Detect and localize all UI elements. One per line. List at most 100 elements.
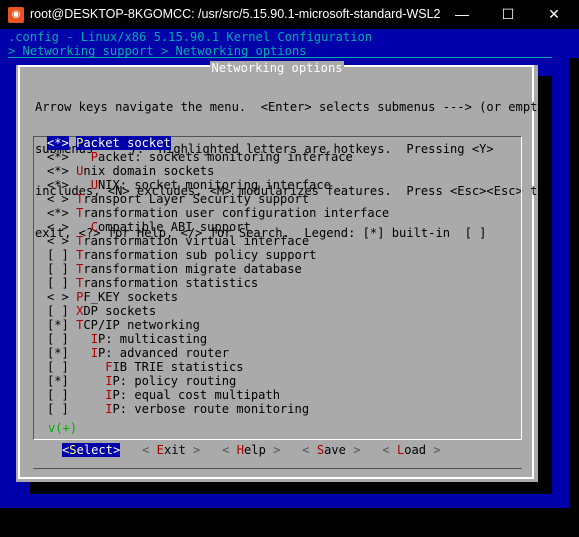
item-hotkey: C — [90, 220, 98, 234]
menu-item[interactable]: < > Transport Layer Security support — [47, 192, 389, 206]
item-text: acket socket — [83, 136, 171, 150]
window-title: root@DESKTOP-8KGOMCC: /usr/src/5.15.90.1… — [30, 7, 441, 21]
item-label: IP: policy routing — [105, 374, 236, 388]
button-bar: <Select> < Exit > < Help > < Save > < Lo… — [62, 443, 441, 457]
item-label: FIB TRIE statistics — [105, 360, 243, 374]
item-label: IP: multicasting — [91, 332, 208, 346]
button-label: ave — [324, 443, 346, 457]
menu-item[interactable]: <*> Unix domain sockets — [47, 164, 389, 178]
menu-item[interactable]: [*] IP: advanced router — [47, 346, 389, 360]
menu-item[interactable]: [ ] Transformation statistics — [47, 276, 389, 290]
item-label: Transformation statistics — [76, 276, 258, 290]
item-state: [*] — [47, 318, 69, 332]
item-hotkey: F — [105, 360, 113, 374]
button-exit[interactable]: < Exit > — [142, 443, 200, 457]
item-label: IP: equal cost multipath — [105, 388, 280, 402]
item-label: PF_KEY sockets — [76, 290, 178, 304]
item-hotkey: U — [90, 178, 98, 192]
item-hotkey: I — [105, 402, 113, 416]
item-text: ransformation migrate database — [83, 262, 302, 276]
menu-item[interactable]: [ ] IP: verbose route monitoring — [47, 402, 389, 416]
window-titlebar[interactable]: ◉ root@DESKTOP-8KGOMCC: /usr/src/5.15.90… — [0, 0, 579, 29]
item-text: P: policy routing — [112, 374, 237, 388]
item-hotkey: I — [90, 332, 98, 346]
item-state: [ ] — [47, 248, 69, 262]
item-label: Transformation migrate database — [76, 262, 302, 276]
breadcrumb: > Networking support > Networking option… — [8, 44, 307, 58]
item-text: IB TRIE statistics — [112, 360, 244, 374]
item-hotkey: I — [105, 388, 113, 402]
menu-item[interactable]: [ ] XDP sockets — [47, 304, 389, 318]
item-text: DP sockets — [83, 304, 157, 318]
button-help[interactable]: < Help > — [222, 443, 280, 457]
item-label: IP: verbose route monitoring — [105, 402, 309, 416]
button-hotkey: E — [156, 443, 164, 457]
button-save[interactable]: < Save > — [302, 443, 360, 457]
item-state: [*] — [47, 374, 69, 388]
item-state: [*] — [47, 346, 69, 360]
item-label: IP: advanced router — [91, 346, 229, 360]
item-state: < > — [47, 234, 69, 248]
menu-item[interactable]: <*> UNIX: socket monitoring interface — [47, 178, 389, 192]
menu-item[interactable]: [ ] IP: multicasting — [47, 332, 389, 346]
item-text: ransport Layer Security support — [83, 192, 310, 206]
more-indicator: v(+) — [48, 421, 78, 435]
item-hotkey: P — [90, 150, 98, 164]
item-state: < > — [47, 220, 69, 234]
item-text: F_KEY sockets — [83, 290, 179, 304]
item-text: CP/IP networking — [83, 318, 200, 332]
menu-item[interactable]: [*] TCP/IP networking — [47, 318, 389, 332]
item-text: P: multicasting — [97, 332, 208, 346]
item-text: NIX: socket monitoring interface — [97, 178, 331, 192]
menu-item[interactable]: < > PF_KEY sockets — [47, 290, 389, 304]
item-state: < > — [47, 192, 69, 206]
menu-item[interactable]: [ ] FIB TRIE statistics — [47, 360, 389, 374]
button-label: elect — [76, 443, 113, 457]
menu-item[interactable]: <*> Packet socket — [47, 136, 389, 150]
menu-item[interactable]: [ ] IP: equal cost multipath — [47, 388, 389, 402]
terminal-scrollbar[interactable] — [569, 58, 579, 537]
item-text: ransformation sub policy support — [83, 248, 317, 262]
button-hotkey: H — [236, 443, 245, 457]
item-text: P: verbose route monitoring — [112, 402, 310, 416]
item-hotkey: I — [90, 346, 98, 360]
button-hotkey: S — [69, 443, 77, 457]
item-state: [ ] — [47, 402, 69, 416]
item-label: Compatible ABI support — [91, 220, 251, 234]
item-label: Transformation virtual interface — [76, 234, 309, 248]
item-label: Transport Layer Security support — [76, 192, 309, 206]
menu-item[interactable]: <*> Packet: sockets monitoring interface — [47, 150, 389, 164]
menu-item[interactable]: < > Transformation virtual interface — [47, 234, 389, 248]
button-label: xit — [163, 443, 186, 457]
item-state: [ ] — [47, 388, 69, 402]
item-state: <*> — [47, 206, 69, 220]
menu-item[interactable]: < > Compatible ABI support — [47, 220, 389, 234]
button-label: oad — [404, 443, 427, 457]
item-text: P: advanced router — [97, 346, 230, 360]
close-button[interactable]: ✕ — [544, 4, 564, 24]
item-text: nix domain sockets — [83, 164, 215, 178]
menu-item[interactable]: <*> Transformation user configuration in… — [47, 206, 389, 220]
button-select[interactable]: <Select> — [62, 443, 121, 457]
item-text: ompatible ABI support — [97, 220, 251, 234]
config-header: .config - Linux/x86 5.15.90.1 Kernel Con… — [8, 30, 373, 44]
menu-item[interactable]: [ ] Transformation sub policy support — [47, 248, 389, 262]
item-text: ransformation statistics — [83, 276, 259, 290]
maximize-button[interactable]: ☐ — [498, 4, 518, 24]
item-state: [ ] — [47, 262, 69, 276]
menu-item[interactable]: [ ] Transformation migrate database — [47, 262, 389, 276]
button-label: elp — [244, 443, 266, 457]
item-label: UNIX: socket monitoring interface — [91, 178, 331, 192]
menu-item[interactable]: [*] IP: policy routing — [47, 374, 389, 388]
button-load[interactable]: < Load > — [382, 443, 440, 457]
item-label: Unix domain sockets — [76, 164, 214, 178]
ubuntu-icon: ◉ — [8, 7, 24, 23]
button-separator — [33, 468, 522, 469]
item-label: TCP/IP networking — [76, 318, 200, 332]
minimize-button[interactable]: — — [452, 4, 472, 24]
item-state: <*> — [47, 150, 69, 164]
item-state: <*> — [47, 136, 69, 150]
item-state: <*> — [47, 164, 69, 178]
item-state: [ ] — [47, 276, 69, 290]
terminal-area[interactable]: .config - Linux/x86 5.15.90.1 Kernel Con… — [0, 29, 579, 537]
